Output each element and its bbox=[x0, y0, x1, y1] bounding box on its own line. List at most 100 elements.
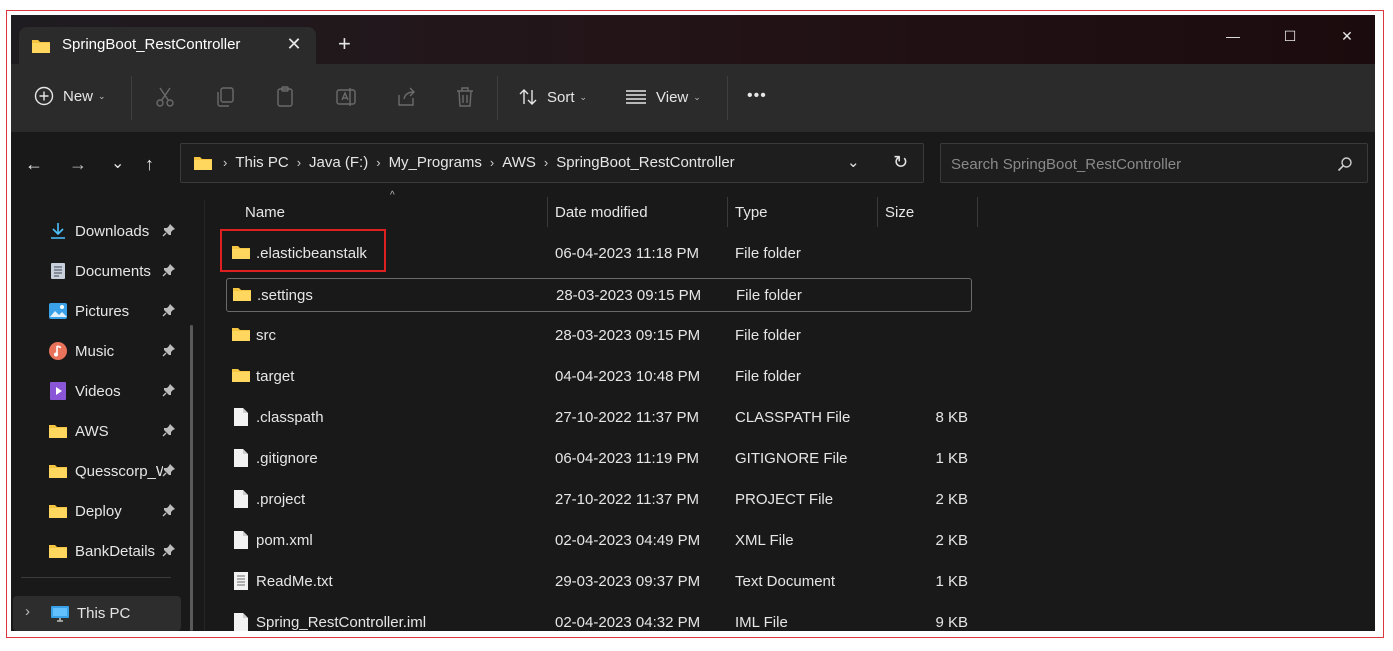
file-name: src bbox=[256, 327, 276, 344]
folder-icon bbox=[231, 326, 251, 346]
file-size: 1 KB bbox=[935, 573, 968, 590]
chevron-down-icon: ⌄ bbox=[693, 91, 701, 102]
chevron-down-icon: ⌄ bbox=[98, 90, 106, 101]
sidebar-item-documents[interactable]: Documents bbox=[48, 254, 190, 288]
table-row[interactable]: .settings 28-03-2023 09:15 PM File folde… bbox=[226, 278, 972, 312]
sidebar-item-label: Pictures bbox=[75, 302, 130, 320]
column-header-date-modified[interactable]: Date modified bbox=[555, 204, 648, 228]
table-row[interactable]: ReadMe.txt 29-03-2023 09:37 PM Text Docu… bbox=[226, 565, 972, 599]
pin-icon bbox=[162, 503, 176, 521]
file-date: 02-04-2023 04:32 PM bbox=[555, 614, 701, 631]
sidebar-item-label: Documents bbox=[75, 262, 151, 280]
breadcrumb-springboot-restcontroller[interactable]: SpringBoot_RestController bbox=[556, 154, 734, 171]
tab-close-icon[interactable]: ✕ bbox=[283, 33, 305, 55]
pin-icon bbox=[162, 383, 176, 401]
pane-divider[interactable] bbox=[204, 200, 205, 631]
new-button[interactable]: New ⌄ bbox=[34, 86, 106, 106]
sidebar-item-label: Downloads bbox=[75, 222, 150, 240]
forward-button[interactable]: → bbox=[69, 154, 87, 174]
sidebar-item-music[interactable]: Music bbox=[48, 334, 190, 368]
sidebar-divider bbox=[21, 577, 171, 578]
table-row[interactable]: pom.xml 02-04-2023 04:49 PM XML File 2 K… bbox=[226, 524, 972, 558]
breadcrumb-this-pc[interactable]: This PC bbox=[235, 154, 288, 171]
annotation-highlight-box bbox=[220, 229, 386, 272]
sidebar-item-quesscorp[interactable]: Quesscorp_W bbox=[48, 454, 190, 488]
address-dropdown-button[interactable]: ⌄ bbox=[847, 153, 860, 171]
address-bar[interactable]: › This PC › Java (F:) › My_Programs › AW… bbox=[180, 143, 924, 183]
paste-icon[interactable] bbox=[275, 86, 295, 113]
column-divider[interactable] bbox=[727, 197, 728, 227]
sidebar-item-deploy[interactable]: Deploy bbox=[48, 494, 190, 528]
tab-springboot-restcontroller[interactable]: SpringBoot_RestController ✕ bbox=[19, 27, 316, 64]
file-size: 9 KB bbox=[935, 614, 968, 631]
breadcrumb-separator: › bbox=[489, 155, 495, 170]
folder-icon bbox=[31, 38, 51, 59]
search-input[interactable] bbox=[949, 153, 1323, 175]
title-bar: SpringBoot_RestController ✕ + — ☐ ✕ bbox=[11, 15, 1375, 64]
expand-chevron-icon[interactable]: › bbox=[25, 603, 30, 620]
file-type: Text Document bbox=[735, 573, 836, 590]
sidebar-scrollbar[interactable] bbox=[190, 325, 193, 631]
column-divider[interactable] bbox=[977, 197, 978, 227]
breadcrumb: › This PC › Java (F:) › My_Programs › AW… bbox=[193, 154, 735, 171]
table-row[interactable]: .project 27-10-2022 11:37 PM PROJECT Fil… bbox=[226, 483, 972, 517]
maximize-button[interactable]: ☐ bbox=[1270, 21, 1310, 51]
minimize-button[interactable]: — bbox=[1213, 21, 1253, 51]
sort-button[interactable]: Sort ⌄ bbox=[518, 87, 587, 107]
sidebar-item-videos[interactable]: Videos bbox=[48, 374, 190, 408]
sidebar-item-pictures[interactable]: Pictures bbox=[48, 294, 190, 328]
sidebar-item-bankdetails[interactable]: BankDetails bbox=[48, 534, 190, 568]
column-divider[interactable] bbox=[877, 197, 878, 227]
new-label: New bbox=[63, 87, 94, 105]
divider bbox=[497, 76, 498, 120]
table-row[interactable]: Spring_RestController.iml 02-04-2023 04:… bbox=[226, 606, 972, 631]
sidebar-item-this-pc[interactable]: › This PC bbox=[13, 596, 181, 631]
search-icon[interactable] bbox=[1337, 156, 1353, 172]
breadcrumb-separator: › bbox=[376, 155, 381, 170]
view-button[interactable]: View ⌄ bbox=[625, 87, 701, 107]
column-header-name[interactable]: Name bbox=[245, 204, 285, 228]
file-type: File folder bbox=[735, 245, 801, 262]
command-bar: New ⌄ Sort ⌄ View ⌄ ••• bbox=[11, 64, 1375, 131]
breadcrumb-aws[interactable]: AWS bbox=[502, 154, 536, 171]
share-icon[interactable] bbox=[395, 86, 417, 113]
recent-locations-button[interactable]: ⌄ bbox=[111, 154, 124, 174]
refresh-button[interactable]: ↻ bbox=[893, 152, 908, 173]
file-date: 04-04-2023 10:48 PM bbox=[555, 368, 701, 385]
sidebar-item-downloads[interactable]: Downloads bbox=[48, 214, 190, 248]
rename-icon[interactable] bbox=[335, 86, 357, 113]
folder-icon bbox=[194, 156, 212, 170]
cut-icon[interactable] bbox=[155, 86, 175, 113]
pin-icon bbox=[162, 423, 176, 441]
file-date: 27-10-2022 11:37 PM bbox=[555, 491, 699, 508]
file-date: 28-03-2023 09:15 PM bbox=[556, 287, 702, 304]
new-tab-button[interactable]: + bbox=[338, 33, 351, 55]
folder-icon bbox=[48, 461, 68, 481]
file-name: .gitignore bbox=[256, 450, 318, 467]
breadcrumb-my-programs[interactable]: My_Programs bbox=[389, 154, 482, 171]
table-row[interactable]: target 04-04-2023 10:48 PM File folder bbox=[226, 360, 972, 394]
file-name: .settings bbox=[257, 287, 313, 304]
file-type: XML File bbox=[735, 532, 794, 549]
sidebar-item-aws[interactable]: AWS bbox=[48, 414, 190, 448]
file-icon bbox=[233, 448, 249, 472]
file-type: IML File bbox=[735, 614, 788, 631]
up-button[interactable]: ↑ bbox=[145, 154, 154, 174]
computer-icon bbox=[50, 605, 70, 628]
more-options-button[interactable]: ••• bbox=[747, 87, 767, 105]
column-header-size[interactable]: Size bbox=[885, 204, 914, 228]
column-header-type[interactable]: Type bbox=[735, 204, 768, 228]
folder-icon bbox=[48, 421, 68, 441]
close-window-button[interactable]: ✕ bbox=[1327, 21, 1367, 51]
back-button[interactable]: ← bbox=[25, 154, 43, 174]
breadcrumb-separator: › bbox=[223, 155, 228, 170]
file-date: 06-04-2023 11:19 PM bbox=[555, 450, 699, 467]
table-row[interactable]: .gitignore 06-04-2023 11:19 PM GITIGNORE… bbox=[226, 442, 972, 476]
copy-icon[interactable] bbox=[215, 86, 235, 113]
table-row[interactable]: .classpath 27-10-2022 11:37 PM CLASSPATH… bbox=[226, 401, 972, 435]
column-divider[interactable] bbox=[547, 197, 548, 227]
file-size: 2 KB bbox=[935, 532, 968, 549]
delete-icon[interactable] bbox=[455, 86, 475, 113]
table-row[interactable]: src 28-03-2023 09:15 PM File folder bbox=[226, 319, 972, 353]
breadcrumb-java-drive[interactable]: Java (F:) bbox=[309, 154, 368, 171]
